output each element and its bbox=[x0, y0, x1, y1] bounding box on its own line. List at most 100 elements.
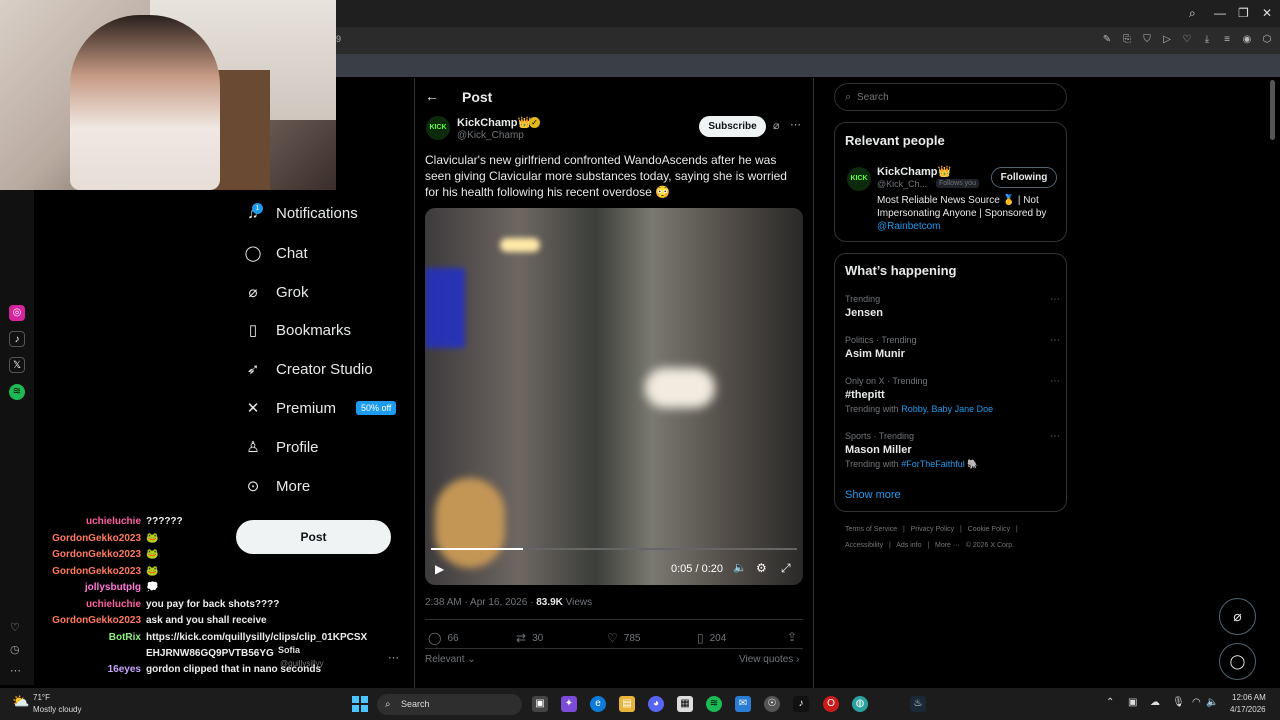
author-name[interactable]: KickChamp👑 bbox=[457, 116, 531, 129]
bookmark-button[interactable]: ▯ 204 bbox=[697, 631, 726, 645]
trend-item[interactable]: Only on X · Trending #thepitt Trending w… bbox=[845, 376, 1060, 414]
weather-temp[interactable]: 71°F bbox=[33, 693, 50, 702]
nav-premium[interactable]: ✕ Premium 50% off bbox=[244, 399, 397, 417]
grok-icon[interactable]: ⌀ bbox=[1219, 598, 1256, 635]
sort-dropdown[interactable]: Relevant ⌄ bbox=[425, 654, 476, 665]
store-icon[interactable]: ▦ bbox=[677, 696, 693, 712]
nav-label: Creator Studio bbox=[276, 360, 373, 378]
video-progress-track[interactable] bbox=[431, 548, 797, 550]
avatar[interactable]: KICK bbox=[426, 116, 450, 140]
minimize-icon[interactable]: — bbox=[1214, 6, 1226, 20]
task-view-icon[interactable]: ▣ bbox=[532, 696, 548, 712]
heart-icon[interactable]: ♡ bbox=[1180, 33, 1194, 47]
nav-grok[interactable]: ⌀ Grok bbox=[244, 283, 308, 302]
scrollbar[interactable] bbox=[1270, 80, 1275, 140]
nav-bookmarks[interactable]: ▯ Bookmarks bbox=[244, 321, 351, 340]
wifi-icon[interactable]: ◠ bbox=[1192, 697, 1201, 708]
nav-more[interactable]: ⊙ More bbox=[244, 477, 310, 496]
clock-date[interactable]: 4/17/2026 bbox=[1230, 705, 1266, 714]
github-icon[interactable]: ☉ bbox=[764, 696, 780, 712]
rocket-icon: ➶ bbox=[246, 361, 260, 378]
person-bio: Most Reliable News Source 🥇 | Not Impers… bbox=[877, 195, 1047, 232]
more-icon[interactable]: ⋯ bbox=[1050, 294, 1060, 305]
trend-item[interactable]: Trending Jensen ⋯ bbox=[845, 294, 1060, 319]
copilot-icon[interactable]: ✦ bbox=[561, 696, 577, 712]
address-bar[interactable] bbox=[336, 54, 1280, 77]
discord-icon[interactable]: ◕ bbox=[648, 696, 664, 712]
edit-icon[interactable]: ✎ bbox=[1100, 33, 1114, 47]
search-icon: ⌕ bbox=[845, 91, 852, 103]
following-button[interactable]: Following bbox=[991, 167, 1057, 188]
chevron-up-icon[interactable]: ⌃ bbox=[1106, 697, 1114, 708]
whats-happening-card: What’s happening Trending Jensen ⋯ Polit… bbox=[834, 253, 1067, 512]
microphone-icon[interactable]: 🎙 bbox=[1172, 697, 1185, 708]
tab-title-fragment[interactable]: 9 bbox=[336, 34, 341, 44]
restore-icon[interactable]: ❐ bbox=[1238, 6, 1249, 20]
folder-icon[interactable]: ▤ bbox=[619, 696, 635, 712]
avatar[interactable]: KICK bbox=[847, 167, 871, 191]
relevant-people-card: Relevant people KICK KickChamp👑 @Kick_Ch… bbox=[834, 122, 1067, 242]
back-arrow-icon[interactable]: ← bbox=[425, 88, 439, 104]
grok-icon: ⌀ bbox=[248, 284, 258, 301]
spotify-icon[interactable]: ≋ bbox=[706, 696, 722, 712]
profile-icon[interactable]: ◉ bbox=[1240, 33, 1254, 47]
view-quotes-link[interactable]: View quotes › bbox=[739, 654, 799, 665]
share-icon[interactable]: ⇪ bbox=[787, 630, 797, 644]
tiktok-icon[interactable]: ♪ bbox=[793, 696, 809, 712]
clock-time[interactable]: 12:06 AM bbox=[1232, 693, 1266, 702]
subscribe-button[interactable]: Subscribe bbox=[699, 116, 766, 137]
video-player[interactable]: ▶ 0:05 / 0:20 🔈 ⚙ ⤢ bbox=[425, 208, 803, 585]
nav-chat[interactable]: ◯ Chat bbox=[244, 244, 308, 263]
opera-icon[interactable]: O bbox=[823, 696, 839, 712]
shield-icon[interactable]: ⛉ bbox=[1140, 33, 1154, 47]
footer-links[interactable]: Accessibility | Ads info | More ··· © 20… bbox=[845, 542, 1014, 549]
reply-icon: ◯ bbox=[428, 631, 442, 645]
x-icon: ✕ bbox=[246, 400, 260, 417]
download-icon[interactable]: ⤓ bbox=[1200, 33, 1214, 47]
more-icon[interactable]: ⋯ bbox=[1050, 335, 1060, 346]
taskbar-search[interactable]: ⌕ Search bbox=[377, 694, 522, 715]
grok-icon[interactable]: ⌀ bbox=[773, 119, 780, 132]
menu-icon[interactable]: ≡ bbox=[1220, 33, 1234, 47]
settings-icon[interactable]: ⚙ bbox=[756, 561, 767, 575]
more-icon[interactable]: ⋯ bbox=[1050, 431, 1060, 442]
nav-label: Chat bbox=[276, 244, 308, 262]
author-handle[interactable]: @Kick_Champ bbox=[457, 130, 524, 141]
extension-icon[interactable]: ⬡ bbox=[1260, 33, 1274, 47]
cloud-icon[interactable]: ☁ bbox=[1150, 697, 1160, 708]
more-icon[interactable]: ⋯ bbox=[388, 651, 399, 664]
spotify-icon: ≋ bbox=[9, 384, 25, 400]
person-handle[interactable]: @Kick_Ch... bbox=[877, 179, 927, 189]
repost-button[interactable]: ⇄ 30 bbox=[516, 631, 543, 645]
weather-desc[interactable]: Mostly cloudy bbox=[33, 705, 81, 714]
globe-icon[interactable]: ◍ bbox=[852, 696, 868, 712]
tray-app-icon[interactable]: ▣ bbox=[1128, 697, 1137, 708]
edge-icon[interactable]: e bbox=[590, 696, 606, 712]
steam-icon[interactable]: ♨ bbox=[910, 696, 926, 712]
volume-icon[interactable]: 🔈 bbox=[1206, 697, 1218, 708]
search-input[interactable] bbox=[857, 89, 1057, 105]
nav-creator-studio[interactable]: ➶ Creator Studio bbox=[244, 360, 373, 379]
like-button[interactable]: ♡ 785 bbox=[607, 631, 640, 645]
fullscreen-icon[interactable]: ⤢ bbox=[781, 561, 791, 576]
trend-item[interactable]: Politics · Trending Asim Munir ⋯ bbox=[845, 335, 1060, 360]
person-name[interactable]: KickChamp👑 bbox=[877, 165, 951, 178]
more-icon[interactable]: ⋯ bbox=[1050, 376, 1060, 387]
screenshot-icon[interactable]: ⎘ bbox=[1120, 33, 1134, 47]
footer-links[interactable]: Terms of Service | Privacy Policy | Cook… bbox=[845, 526, 1018, 533]
search-box[interactable]: ⌕ bbox=[834, 83, 1067, 111]
more-icon[interactable]: ⋯ bbox=[790, 118, 801, 131]
volume-icon[interactable]: 🔈 bbox=[733, 561, 747, 574]
show-more-link[interactable]: Show more bbox=[845, 489, 901, 501]
search-icon[interactable]: ⌕ bbox=[1189, 6, 1196, 20]
close-icon[interactable]: ✕ bbox=[1262, 6, 1272, 20]
chat-icon[interactable]: ◯ bbox=[1219, 643, 1256, 680]
play-icon[interactable]: ▶ bbox=[435, 562, 444, 576]
reply-button[interactable]: ◯ 66 bbox=[428, 631, 459, 645]
windows-start-icon[interactable] bbox=[352, 696, 368, 712]
trend-item[interactable]: Sports · Trending Mason Miller Trending … bbox=[845, 431, 1060, 470]
bio-link[interactable]: @Rainbetcom bbox=[877, 221, 941, 232]
mail-icon[interactable]: ✉ bbox=[735, 696, 751, 712]
play-icon[interactable]: ▷ bbox=[1160, 33, 1174, 47]
nav-profile[interactable]: ♙ Profile bbox=[244, 438, 318, 457]
